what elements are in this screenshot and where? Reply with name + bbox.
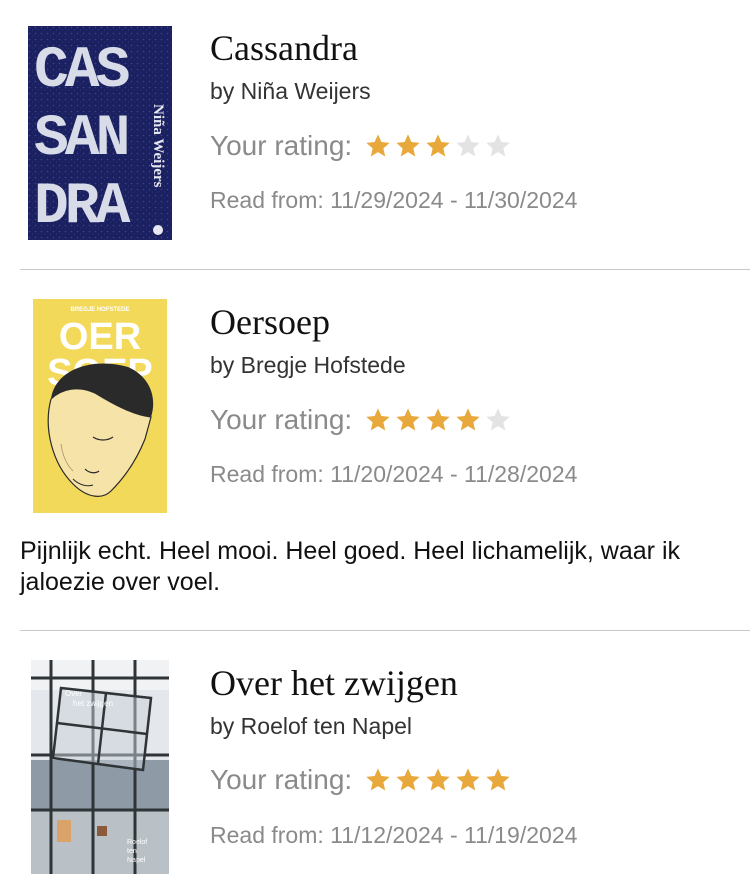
cover-line-1: CAS xyxy=(34,39,129,104)
rating-row: Your rating: xyxy=(210,406,512,434)
star-filled-icon[interactable] xyxy=(394,406,422,434)
cover-side-author: Niña Weijers xyxy=(150,104,166,188)
star-filled-icon[interactable] xyxy=(454,406,482,434)
star-filled-icon[interactable] xyxy=(454,766,482,794)
book-author[interactable]: by Niña Weijers xyxy=(210,80,371,103)
cover-author-2: ten xyxy=(127,848,137,855)
cover-line-2: SAN xyxy=(34,107,127,172)
cover-art: BREGJE HOFSTEDE OER SOEP xyxy=(33,299,167,513)
read-dates: Read from: 11/20/2024 - 11/28/2024 xyxy=(210,461,578,487)
star-filled-icon[interactable] xyxy=(364,766,392,794)
star-filled-icon[interactable] xyxy=(424,132,452,160)
cover-author-1: Roelof xyxy=(127,839,147,846)
book-title[interactable]: Cassandra xyxy=(210,30,358,66)
cover-art: Over het zwijgen Roelof ten Napel xyxy=(31,660,169,874)
book-title[interactable]: Over het zwijgen xyxy=(210,665,458,701)
rating-label: Your rating: xyxy=(210,404,353,435)
rating-label: Your rating: xyxy=(210,130,353,161)
star-filled-icon[interactable] xyxy=(394,766,422,794)
rating-row: Your rating: xyxy=(210,766,512,794)
book-author[interactable]: by Roelof ten Napel xyxy=(210,715,412,738)
star-empty-icon[interactable] xyxy=(454,132,482,160)
star-filled-icon[interactable] xyxy=(424,406,452,434)
cover-author: BREGJE HOFSTEDE xyxy=(70,307,129,313)
star-filled-icon[interactable] xyxy=(364,132,392,160)
read-dates: Read from: 11/12/2024 - 11/19/2024 xyxy=(210,822,578,848)
star-rating[interactable] xyxy=(364,132,512,160)
cover-line-1: Over xyxy=(65,689,83,698)
cover-author-3: Napel xyxy=(127,857,146,864)
review-text: Pijnlijk echt. Heel mooi. Heel goed. Hee… xyxy=(20,537,680,596)
star-filled-icon[interactable] xyxy=(484,766,512,794)
cover-line-3: DRA xyxy=(34,175,131,240)
book-cover-oersoep[interactable]: BREGJE HOFSTEDE OER SOEP xyxy=(33,299,167,513)
cover-line-2: het zwijgen xyxy=(73,699,113,708)
cover-art: CAS SAN DRA Niña Weijers xyxy=(28,26,172,240)
book-title[interactable]: Oersoep xyxy=(210,304,330,340)
star-empty-icon[interactable] xyxy=(484,132,512,160)
book-author[interactable]: by Bregje Hofstede xyxy=(210,354,406,377)
book-entry-over-het-zwijgen[interactable]: Over het zwijgen Roelof ten Napel Over h… xyxy=(0,631,750,888)
book-cover-cassandra[interactable]: CAS SAN DRA Niña Weijers xyxy=(28,26,172,240)
star-filled-icon[interactable] xyxy=(394,132,422,160)
rating-row: Your rating: xyxy=(210,132,512,160)
star-filled-icon[interactable] xyxy=(424,766,452,794)
star-rating[interactable] xyxy=(364,766,512,794)
star-rating[interactable] xyxy=(364,406,512,434)
star-empty-icon[interactable] xyxy=(484,406,512,434)
rating-label: Your rating: xyxy=(210,764,353,795)
book-entry-cassandra[interactable]: CAS SAN DRA Niña Weijers Cassandra by Ni… xyxy=(0,0,750,270)
read-dates: Read from: 11/29/2024 - 11/30/2024 xyxy=(210,187,578,213)
star-filled-icon[interactable] xyxy=(364,406,392,434)
book-cover-over-het-zwijgen[interactable]: Over het zwijgen Roelof ten Napel xyxy=(31,660,169,874)
book-entry-oersoep[interactable]: BREGJE HOFSTEDE OER SOEP Oersoep by Breg… xyxy=(0,270,750,630)
